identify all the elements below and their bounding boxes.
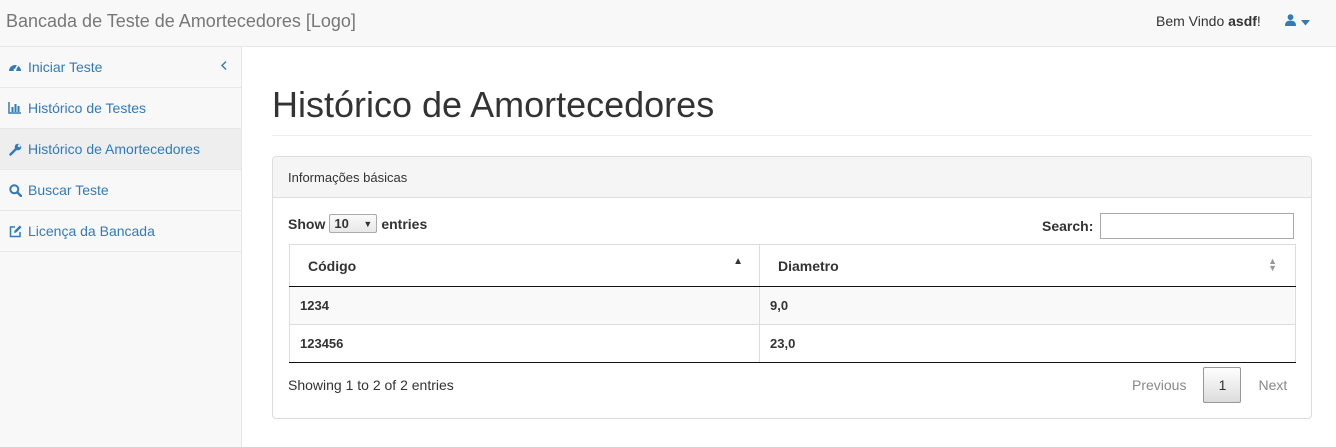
sort-both-icon: ▲ ▼: [1268, 256, 1277, 273]
welcome-suffix: !: [1256, 13, 1261, 29]
welcome-prefix: Bem Vindo: [1156, 13, 1229, 29]
amortecedores-table: Código ▲ Diametro ▲ ▼ 1234 9,0 123456 23,…: [289, 244, 1296, 363]
previous-page-button[interactable]: Previous: [1118, 367, 1200, 403]
sidebar-item-label: Histórico de Amortecedores: [28, 141, 200, 157]
sidebar-item-buscar-teste[interactable]: Buscar Teste: [0, 170, 241, 211]
entries-per-page-value: 10: [334, 216, 349, 231]
length-show-label: Show: [288, 215, 326, 232]
search-icon: [8, 183, 22, 197]
sort-asc-icon: ▲: [733, 256, 743, 267]
bar-chart-icon: [8, 101, 22, 115]
username: asdf: [1228, 13, 1257, 29]
basic-info-panel: Informações básicas Show 10 ▼ entries Se…: [272, 156, 1312, 419]
brand-logo[interactable]: Bancada de Teste de Amortecedores [Logo]: [6, 11, 356, 32]
cell-codigo: 123456: [289, 324, 760, 363]
table-row[interactable]: 123456 23,0: [289, 324, 1296, 363]
sidebar-item-label: Iniciar Teste: [28, 59, 103, 75]
cell-codigo: 1234: [289, 286, 760, 325]
page-1-button[interactable]: 1: [1203, 367, 1242, 403]
page-title: Histórico de Amortecedores: [272, 84, 1312, 136]
table-row[interactable]: 1234 9,0: [289, 286, 1296, 325]
length-entries-label: entries: [381, 215, 428, 232]
select-arrow-icon: ▼: [363, 218, 373, 229]
sidebar-item-historico-testes[interactable]: Histórico de Testes: [0, 88, 241, 129]
next-page-button[interactable]: Next: [1244, 367, 1301, 403]
search-input[interactable]: [1100, 213, 1295, 239]
column-header-label: Código: [308, 257, 357, 274]
panel-heading: Informações básicas: [273, 157, 1311, 198]
sidebar-item-iniciar-teste[interactable]: Iniciar Teste: [0, 47, 241, 88]
search-label: Search:: [1042, 218, 1094, 234]
column-header-label: Diametro: [778, 257, 839, 274]
caret-down-icon: [1301, 13, 1310, 29]
sidebar-item-historico-amortecedores[interactable]: Histórico de Amortecedores: [0, 129, 241, 170]
sidebar-item-label: Buscar Teste: [28, 182, 109, 198]
entries-length-control: Show 10 ▼ entries: [288, 214, 427, 233]
table-search: Search:: [1042, 213, 1295, 239]
column-header-diametro[interactable]: Diametro ▲ ▼: [759, 244, 1296, 287]
sidebar: Iniciar Teste Histórico de Testes Histór…: [0, 47, 242, 447]
entries-per-page-select[interactable]: 10 ▼: [329, 214, 378, 233]
table-info: Showing 1 to 2 of 2 entries: [288, 377, 454, 393]
pagination: Previous 1 Next: [1118, 367, 1301, 403]
sidebar-item-label: Licença da Bancada: [28, 223, 155, 239]
user-icon: [1285, 13, 1296, 29]
dashboard-icon: [8, 60, 22, 74]
welcome-text: Bem Vindo asdf!: [1156, 13, 1261, 29]
cell-diametro: 9,0: [759, 286, 1296, 325]
column-header-codigo[interactable]: Código ▲: [289, 244, 760, 287]
chevron-left-icon[interactable]: [221, 58, 227, 73]
top-navbar: Bancada de Teste de Amortecedores [Logo]…: [0, 0, 1336, 47]
table-header-row: Código ▲ Diametro ▲ ▼: [289, 244, 1296, 287]
edit-icon: [8, 224, 22, 238]
cell-diametro: 23,0: [759, 324, 1296, 363]
sidebar-item-licenca-bancada[interactable]: Licença da Bancada: [0, 211, 241, 252]
sidebar-item-label: Histórico de Testes: [28, 100, 147, 116]
wrench-icon: [8, 142, 22, 156]
user-menu-toggle[interactable]: [1285, 13, 1310, 29]
